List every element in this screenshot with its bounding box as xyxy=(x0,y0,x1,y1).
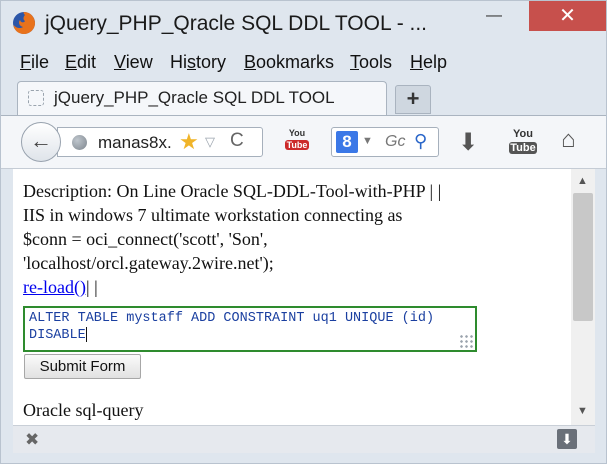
search-engine-dropdown-icon[interactable]: ▼ xyxy=(362,135,373,147)
scroll-up-icon[interactable]: ▲ xyxy=(577,175,588,187)
menu-edit[interactable]: Edit xyxy=(65,52,96,73)
firefox-logo-icon xyxy=(13,12,35,34)
url-bar[interactable]: manas8x. ★ ▽ C xyxy=(57,127,263,157)
resize-grip-icon[interactable] xyxy=(459,334,473,348)
bookmark-star-icon[interactable]: ★ xyxy=(179,129,199,155)
page-placeholder-icon xyxy=(28,90,44,106)
scroll-down-icon[interactable]: ▼ xyxy=(577,405,588,417)
downloads-icon[interactable]: ⬇ xyxy=(458,128,478,157)
menu-file[interactable]: File xyxy=(20,52,49,73)
search-bar[interactable]: 8 ▼ Gc ⚲ xyxy=(331,127,439,157)
menu-view[interactable]: View xyxy=(114,52,153,73)
tab-active[interactable]: jQuery_PHP_Qracle SQL DDL TOOL xyxy=(17,81,387,115)
description-text: Description: On Line Oracle SQL-DDL-Tool… xyxy=(23,181,442,297)
navigation-toolbar: manas8x. ★ ▽ C ← You Tube 8 ▼ Gc ⚲ ⬇ You… xyxy=(1,115,606,169)
menu-tools[interactable]: Tools xyxy=(350,52,392,73)
close-window-button[interactable]: ✕ xyxy=(529,1,606,31)
browser-window: jQuery_PHP_Qracle SQL DDL TOOL - ... — ✕… xyxy=(0,0,607,464)
menu-history[interactable]: History xyxy=(170,52,226,73)
download-status-icon[interactable]: ⬇ xyxy=(557,429,577,449)
add-on-bar: ✖ ⬇ xyxy=(13,425,595,453)
title-bar: jQuery_PHP_Qracle SQL DDL TOOL - ... — ✕ xyxy=(1,1,606,45)
menu-bookmarks[interactable]: Bookmarks xyxy=(244,52,334,73)
reload-icon[interactable]: C xyxy=(230,130,244,152)
scrollbar-thumb[interactable] xyxy=(573,193,593,321)
window-title: jQuery_PHP_Qracle SQL DDL TOOL - ... xyxy=(45,12,428,35)
close-bar-icon[interactable]: ✖ xyxy=(25,430,39,450)
youtube-small-icon[interactable]: You Tube xyxy=(285,128,309,156)
tab-strip: jQuery_PHP_Qracle SQL DDL TOOL + xyxy=(1,77,606,115)
home-icon[interactable]: ⌂ xyxy=(561,126,576,154)
google-search-engine-icon[interactable]: 8 xyxy=(336,131,358,153)
menu-help[interactable]: Help xyxy=(410,52,447,73)
search-icon[interactable]: ⚲ xyxy=(414,131,427,152)
text-caret xyxy=(85,327,87,342)
new-tab-button[interactable]: + xyxy=(395,85,431,114)
globe-icon xyxy=(72,135,87,150)
reload-link[interactable]: re-load() xyxy=(23,277,86,297)
search-input[interactable]: Gc xyxy=(385,133,405,151)
menu-bar: File Edit View History Bookmarks Tools H… xyxy=(1,45,606,77)
oracle-sql-query-label: Oracle sql-query xyxy=(23,400,144,420)
minimize-button[interactable]: — xyxy=(474,1,514,31)
back-button[interactable]: ← xyxy=(21,122,61,162)
sql-query-textarea[interactable]: ALTER TABLE mystaff ADD CONSTRAINT uq1 U… xyxy=(23,306,477,352)
url-dropdown-icon[interactable]: ▽ xyxy=(205,134,215,150)
tab-label: jQuery_PHP_Qracle SQL DDL TOOL xyxy=(54,88,335,107)
youtube-icon[interactable]: You Tube xyxy=(509,128,537,158)
vertical-scrollbar[interactable]: ▲ ▼ xyxy=(571,169,595,425)
url-text: manas8x. xyxy=(98,133,172,152)
submit-form-button[interactable]: Submit Form xyxy=(24,354,141,379)
page-content: Description: On Line Oracle SQL-DDL-Tool… xyxy=(13,169,571,425)
